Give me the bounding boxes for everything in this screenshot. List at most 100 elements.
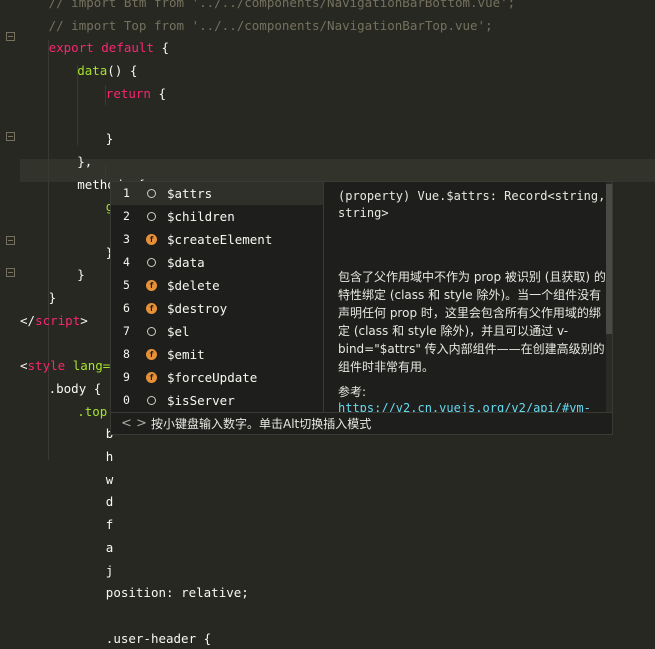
- suggestion-number: 4: [123, 255, 130, 269]
- prev-page-icon[interactable]: <: [121, 413, 132, 435]
- code-token: position: [105, 585, 167, 601]
- autocomplete-footer: < > 按小键盘输入数字。单击Alt切换插入模式: [111, 412, 612, 435]
- code-token: f: [105, 517, 114, 533]
- suggestion-number: 1: [123, 186, 130, 200]
- method-icon: f: [146, 303, 157, 314]
- suggestion-item[interactable]: 6 f $destroy: [111, 297, 323, 320]
- suggestion-item[interactable]: 7 $el: [111, 320, 323, 343]
- code-line: return {: [106, 84, 166, 104]
- property-icon: [147, 396, 156, 405]
- code-token: d: [105, 494, 114, 510]
- code-token: : relative;: [166, 585, 249, 601]
- code-token: script: [35, 312, 81, 328]
- doc-scrollbar[interactable]: [606, 182, 612, 412]
- method-icon: f: [146, 280, 157, 291]
- suggestion-item[interactable]: 9 f $forceUpdate: [111, 366, 323, 389]
- doc-reference-link[interactable]: https://v2.cn.vuejs.org/v2/api/#vm-: [338, 401, 591, 412]
- code-line: h: [106, 447, 114, 467]
- fold-toggle-icon[interactable]: [6, 32, 15, 41]
- suggestion-item[interactable]: 4 $data: [111, 251, 323, 274]
- suggestion-number: 8: [123, 347, 130, 361]
- code-line: data() {: [77, 61, 137, 81]
- code-line: a: [106, 538, 114, 558]
- code-token: {: [150, 85, 167, 101]
- suggestion-label: $el: [167, 324, 190, 339]
- suggestion-number: 6: [123, 301, 130, 315]
- code-line: </script>: [20, 311, 88, 331]
- code-line: w: [106, 470, 114, 490]
- suggestion-label: $emit: [167, 347, 205, 362]
- footer-hint: 按小键盘输入数字。单击Alt切换插入模式: [151, 417, 372, 431]
- suggestion-number: 3: [123, 232, 130, 246]
- code-token: </: [20, 312, 36, 328]
- code-line: .body {: [49, 379, 102, 399]
- code-token: }: [48, 290, 57, 306]
- suggestion-label: $destroy: [167, 301, 228, 316]
- suggestion-item[interactable]: 1 $attrs: [111, 182, 323, 205]
- property-icon: [147, 327, 156, 336]
- suggestion-number: 9: [123, 370, 130, 384]
- code-token: }: [105, 131, 114, 147]
- code-line: .user-header {: [106, 629, 211, 649]
- suggestion-item[interactable]: 0 $isServer: [111, 389, 323, 412]
- code-token: a: [105, 539, 114, 555]
- code-token: return: [105, 85, 151, 101]
- code-line: }: [49, 288, 57, 308]
- property-icon: [147, 258, 156, 267]
- property-icon: [147, 189, 156, 198]
- doc-signature: (property) Vue.$attrs: Record<string, st…: [338, 189, 606, 220]
- code-token: >: [80, 312, 88, 328]
- code-line: f: [106, 515, 114, 535]
- suggestion-item[interactable]: 5 f $delete: [111, 274, 323, 297]
- suggestion-number: 7: [123, 324, 130, 338]
- suggestion-item[interactable]: 8 f $emit: [111, 343, 323, 366]
- code-line: .top: [77, 402, 107, 422]
- suggestion-list: 1 $attrs 2 $children 3 f $createElement 4 $data 5…: [111, 182, 323, 412]
- doc-scrollbar-thumb[interactable]: [606, 184, 612, 334]
- suggestion-item[interactable]: 2 $children: [111, 205, 323, 228]
- fold-toggle-icon[interactable]: [6, 268, 15, 277]
- code-token: // import Top from '../../components/Nav…: [48, 17, 493, 33]
- fold-toggle-icon[interactable]: [6, 236, 15, 245]
- code-token: }: [77, 267, 85, 283]
- suggestion-number: 2: [123, 209, 130, 223]
- code-line: <style lang=": [20, 356, 118, 376]
- code-token: w: [105, 471, 114, 487]
- suggestion-label: $attrs: [167, 186, 213, 201]
- code-line: // import Top from '../../components/Nav…: [49, 16, 493, 36]
- suggestion-label: $data: [167, 255, 205, 270]
- suggestion-item[interactable]: 3 f $createElement: [111, 228, 323, 251]
- code-token: style: [27, 358, 66, 374]
- code-line: },: [77, 152, 92, 172]
- method-icon: f: [146, 349, 157, 360]
- fold-gutter: [0, 0, 20, 491]
- method-icon: f: [146, 372, 157, 383]
- code-token: },: [77, 153, 93, 169]
- code-token: export: [48, 40, 102, 56]
- code-line: d: [106, 492, 114, 512]
- suggestion-label: $children: [167, 209, 235, 224]
- suggestion-label: $delete: [167, 278, 220, 293]
- code-token: <: [20, 358, 28, 374]
- code-line: export default {: [49, 38, 169, 58]
- code-token: .body {: [48, 380, 102, 396]
- code-token: data: [77, 63, 108, 79]
- code-token: .user-header {: [105, 630, 212, 646]
- method-icon: f: [146, 234, 157, 245]
- documentation-panel: (property) Vue.$attrs: Record<string, st…: [323, 182, 613, 412]
- code-line: }: [106, 129, 114, 149]
- fold-toggle-icon[interactable]: [6, 132, 15, 141]
- suggestion-label: $createElement: [167, 232, 273, 247]
- doc-description: 包含了父作用域中不作为 prop 被识别 (且获取) 的特性绑定 (class …: [338, 270, 606, 374]
- code-line: }: [77, 265, 85, 285]
- doc-reference-label: 参考:: [338, 385, 367, 399]
- code-token: // import Btm from '../../components/Nav…: [48, 0, 516, 10]
- property-icon: [147, 212, 156, 221]
- code-line: // import Btm from '../../components/Nav…: [49, 0, 516, 13]
- code-line: position: relative;: [106, 583, 249, 603]
- next-page-icon[interactable]: >: [136, 413, 147, 435]
- suggestion-number: 5: [123, 278, 130, 292]
- code-token: () {: [107, 63, 138, 79]
- code-token: default: [101, 40, 154, 56]
- code-token: j: [105, 562, 114, 578]
